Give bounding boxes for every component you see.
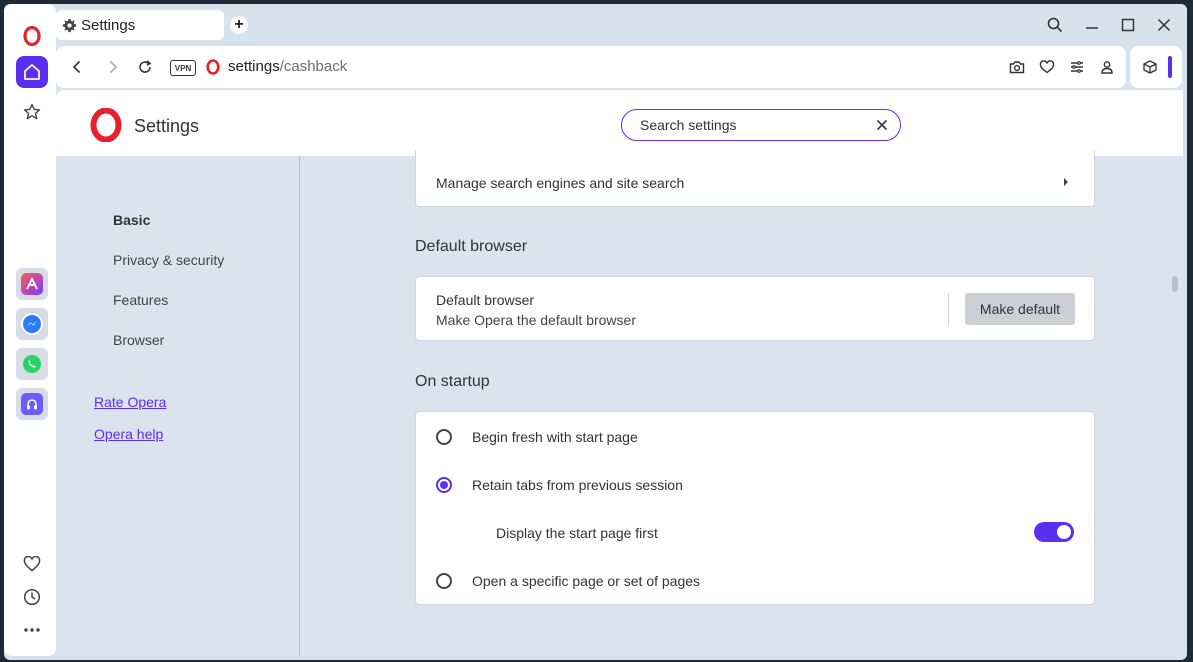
star-icon[interactable] <box>16 96 48 128</box>
search-tabs-icon[interactable] <box>1043 13 1067 37</box>
extensions-cube-icon[interactable] <box>1141 58 1159 76</box>
radio-begin-fresh[interactable] <box>436 429 452 445</box>
address-bar: VPN settings/cashback <box>56 46 1126 88</box>
minimize-button[interactable] <box>1080 13 1104 37</box>
default-browser-title: Default browser <box>436 292 535 308</box>
easy-setup-icon[interactable] <box>1068 58 1086 76</box>
url-text[interactable]: settings/cashback <box>228 58 347 75</box>
heart-icon[interactable] <box>16 548 48 580</box>
radio-specific-pages[interactable] <box>436 573 452 589</box>
nav-item-basic[interactable]: Basic <box>113 212 150 228</box>
rate-opera-link[interactable]: Rate Opera <box>94 394 166 410</box>
radio-retain-tabs[interactable] <box>436 477 452 493</box>
forward-icon[interactable] <box>104 58 122 76</box>
extensions-area <box>1130 46 1182 88</box>
clear-search-icon[interactable] <box>874 117 890 133</box>
settings-nav: Basic Privacy & security Features Browse… <box>56 156 300 656</box>
new-tab-button[interactable]: + <box>230 16 248 34</box>
aria-app-icon[interactable] <box>16 268 48 300</box>
search-settings-input[interactable]: Search settings <box>621 109 901 141</box>
maximize-button[interactable] <box>1116 13 1140 37</box>
default-browser-subtitle: Make Opera the default browser <box>436 312 636 328</box>
make-default-button[interactable]: Make default <box>965 293 1075 325</box>
search-input-text[interactable]: Search settings <box>640 117 737 133</box>
display-start-page-toggle[interactable] <box>1034 522 1074 542</box>
option-retain-tabs-label[interactable]: Retain tabs from previous session <box>472 477 683 493</box>
search-engines-label: Manage search engines and site search <box>436 175 685 191</box>
url-host: settings <box>228 58 280 75</box>
messenger-app-icon[interactable] <box>16 308 48 340</box>
close-window-button[interactable] <box>1152 13 1176 37</box>
chevron-right-icon <box>1064 178 1068 186</box>
default-browser-heading: Default browser <box>415 238 528 255</box>
on-startup-card: Begin fresh with start page Retain tabs … <box>415 411 1095 605</box>
back-icon[interactable] <box>68 58 86 76</box>
option-specific-pages-label[interactable]: Open a specific page or set of pages <box>472 573 700 589</box>
history-clock-icon[interactable] <box>16 581 48 613</box>
display-start-page-label: Display the start page first <box>496 525 658 541</box>
more-options-icon[interactable] <box>16 614 48 646</box>
settings-header: Settings Search settings <box>56 90 1183 156</box>
bookmark-heart-icon[interactable] <box>1038 58 1056 76</box>
on-startup-heading: On startup <box>415 373 490 390</box>
opera-sidebar <box>4 4 56 656</box>
nav-item-privacy[interactable]: Privacy & security <box>113 252 224 268</box>
search-engines-row[interactable]: Manage search engines and site search <box>415 150 1095 207</box>
page-title: Settings <box>134 116 200 136</box>
gear-icon <box>62 18 77 32</box>
default-browser-card: Default browser Make Opera the default b… <box>415 276 1095 341</box>
music-player-app-icon[interactable] <box>16 388 48 420</box>
desktop-edge <box>1187 0 1193 662</box>
nav-item-browser[interactable]: Browser <box>113 332 164 348</box>
scrollbar-thumb[interactable] <box>1172 276 1178 292</box>
divider <box>948 293 949 325</box>
vpn-badge[interactable]: VPN <box>170 60 196 76</box>
sidebar-indicator <box>1168 56 1172 78</box>
whatsapp-app-icon[interactable] <box>16 348 48 380</box>
settings-page: Settings Search settings Basic Privacy &… <box>56 90 1183 656</box>
home-icon[interactable] <box>16 56 48 88</box>
option-begin-fresh-label[interactable]: Begin fresh with start page <box>472 429 638 445</box>
nav-item-features[interactable]: Features <box>113 292 168 308</box>
opera-help-link[interactable]: Opera help <box>94 426 163 442</box>
tab-settings[interactable]: Settings <box>56 10 224 40</box>
url-path: /cashback <box>279 58 348 75</box>
tab-title: Settings <box>81 16 136 34</box>
profile-icon[interactable] <box>1098 58 1116 76</box>
opera-logo-icon <box>90 108 122 142</box>
reload-icon[interactable] <box>136 58 154 76</box>
opera-menu-icon[interactable] <box>16 20 48 52</box>
camera-icon[interactable] <box>1008 58 1026 76</box>
opera-site-icon <box>204 58 222 76</box>
